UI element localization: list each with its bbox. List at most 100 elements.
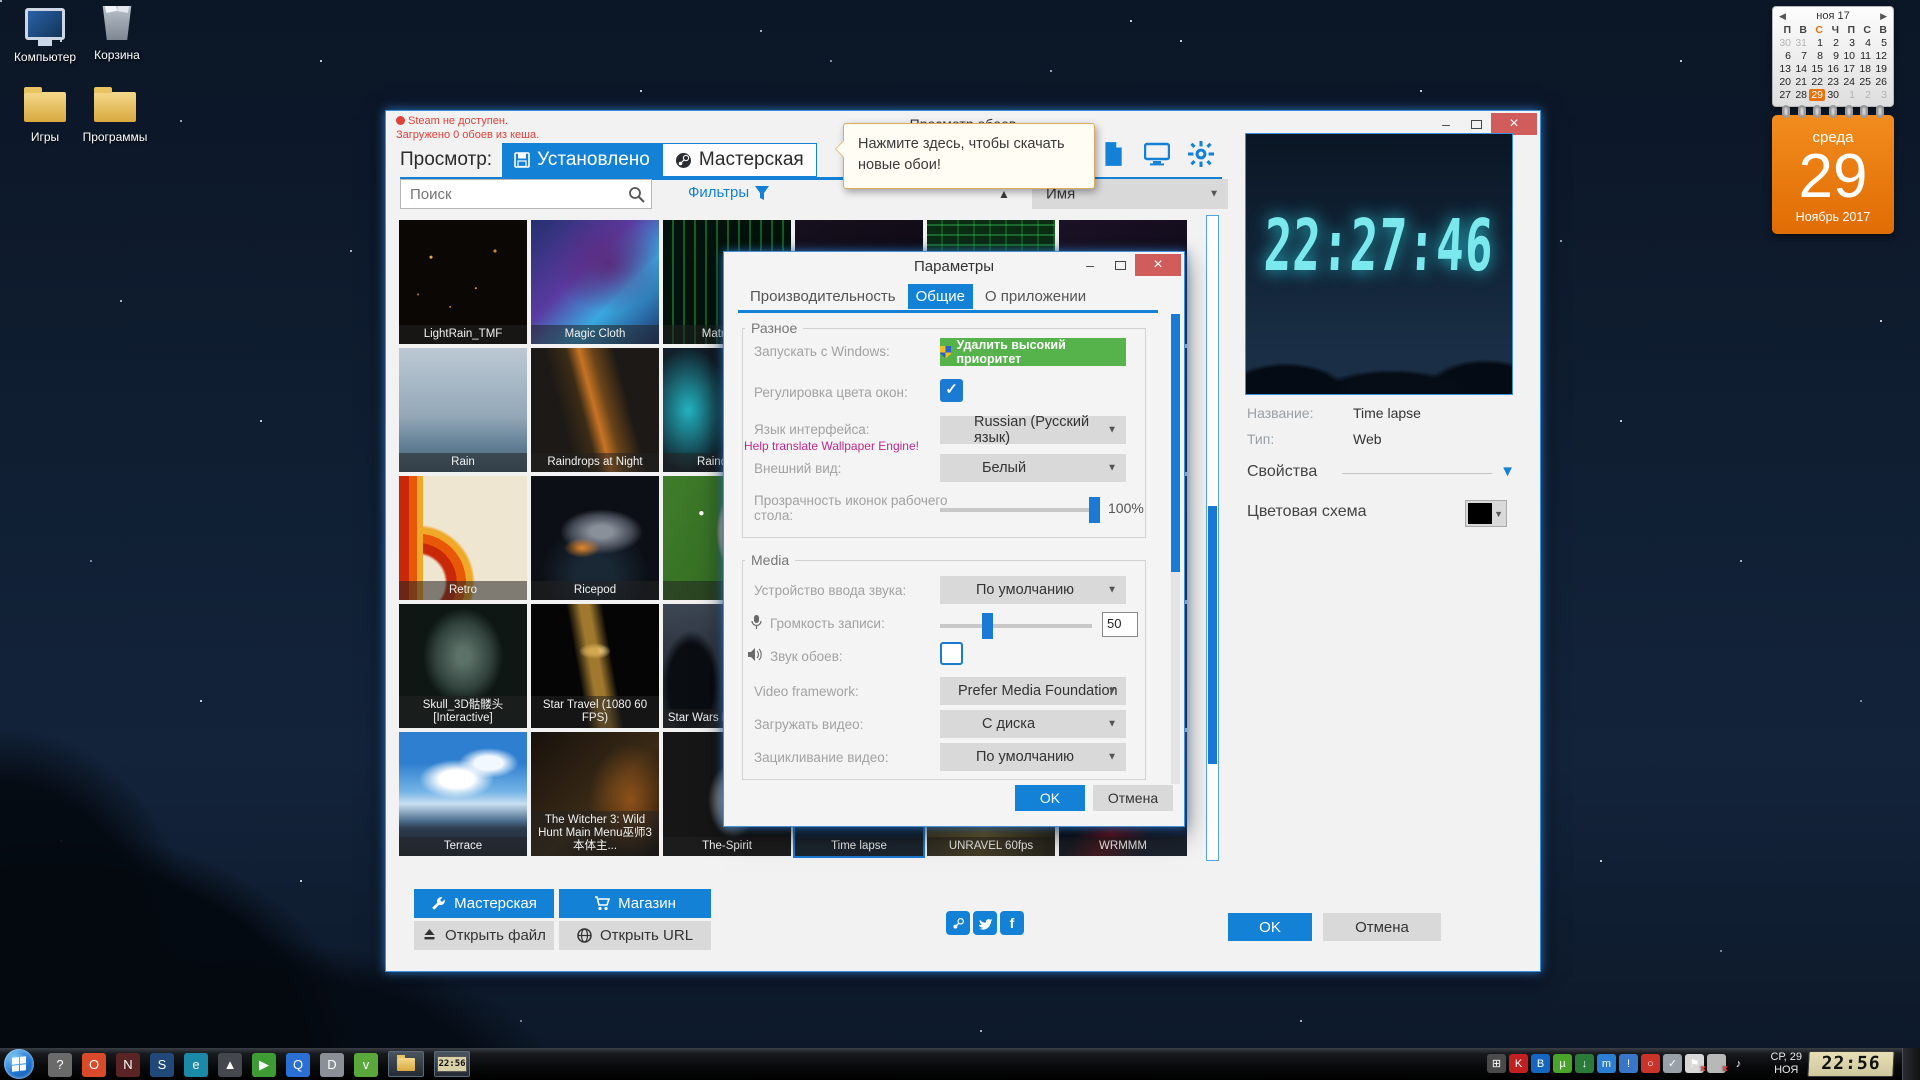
main-cancel-button[interactable]: Отмена <box>1323 913 1441 941</box>
app-blue-icon[interactable]: Q <box>286 1053 310 1077</box>
calendar-date-cell[interactable]: 2 <box>1857 89 1873 101</box>
calendar-date-cell[interactable]: 11 <box>1857 50 1873 62</box>
wallpaper-tile[interactable]: Star Travel (1080 60 FPS) <box>531 604 659 728</box>
tray-flag-icon[interactable]: ⚑× <box>1685 1054 1704 1073</box>
calendar-date-cell[interactable]: 27 <box>1777 89 1793 101</box>
tray-utorrent-icon[interactable]: µ <box>1553 1054 1572 1073</box>
calendar-date-cell[interactable]: 16 <box>1825 63 1841 75</box>
tab-workshop[interactable]: Мастерская <box>662 143 817 177</box>
calendar-date-cell[interactable]: 6 <box>1777 50 1793 62</box>
wallpaper-tile[interactable]: Raindrops at Night <box>531 348 659 472</box>
calendar-date-cell[interactable]: 8 <box>1809 50 1825 62</box>
wallpaper-tile[interactable]: Rain <box>399 348 527 472</box>
calendar-date-cell[interactable]: 15 <box>1809 63 1825 75</box>
minimize-button[interactable]: – <box>1431 113 1461 135</box>
facebook-icon[interactable]: f <box>1000 911 1024 935</box>
tray-kaspersky-icon[interactable]: K <box>1509 1054 1528 1073</box>
calendar-date-cell[interactable]: 9 <box>1825 50 1841 62</box>
calendar-date-cell[interactable]: 3 <box>1873 89 1889 101</box>
calendar-date-cell[interactable]: 28 <box>1793 89 1809 101</box>
grid-scrollbar[interactable] <box>1206 215 1219 861</box>
dialog-maximize-button[interactable] <box>1105 254 1135 276</box>
calendar-date-cell[interactable]: 19 <box>1873 63 1889 75</box>
twitter-icon[interactable] <box>973 911 997 935</box>
app-help-icon[interactable]: ? <box>48 1053 72 1077</box>
dialog-scrollbar[interactable] <box>1171 314 1180 784</box>
calendar-today-cell[interactable]: 29 <box>1809 89 1825 101</box>
calendar-date-cell[interactable]: 24 <box>1841 76 1857 88</box>
calendar-date-cell[interactable]: 22 <box>1809 76 1825 88</box>
video-load-dropdown[interactable]: С диска ▼ <box>940 710 1126 738</box>
store-button[interactable]: Магазин <box>559 889 711 918</box>
scrollbar-thumb[interactable] <box>1208 506 1217 764</box>
wallpaper-tile[interactable]: Retro <box>399 476 527 600</box>
slider-knob[interactable] <box>1089 497 1100 523</box>
calendar-date-cell[interactable]: 1 <box>1809 37 1825 49</box>
calendar-date-cell[interactable]: 2 <box>1825 37 1841 49</box>
dialog-ok-button[interactable]: OK <box>1015 785 1085 811</box>
calendar-date-cell[interactable]: 23 <box>1825 76 1841 88</box>
app-player-icon[interactable]: ▶ <box>252 1053 276 1077</box>
calendar-date-cell[interactable]: 25 <box>1857 76 1873 88</box>
wallpaper-tile[interactable]: The Witcher 3: Wild Hunt Main Menu巫师3本体主… <box>531 732 659 856</box>
wallpaper-tile[interactable]: Skull_3D骷髅头 [Interactive] <box>399 604 527 728</box>
slider-knob[interactable] <box>982 613 993 639</box>
dialog-cancel-button[interactable]: Отмена <box>1093 785 1173 811</box>
record-volume-input[interactable]: 50 <box>1102 612 1138 637</box>
app-browser-icon[interactable]: O <box>82 1053 106 1077</box>
opacity-slider[interactable] <box>940 508 1100 512</box>
app-light-icon[interactable]: D <box>320 1053 344 1077</box>
record-volume-slider[interactable] <box>940 624 1092 628</box>
calendar-date-cell[interactable]: 30 <box>1825 89 1841 101</box>
calendar-date-cell[interactable]: 10 <box>1841 50 1857 62</box>
app-steam-icon[interactable]: S <box>150 1053 174 1077</box>
new-document-icon[interactable] <box>1100 141 1126 167</box>
video-loop-dropdown[interactable]: По умолчанию ▼ <box>940 743 1126 771</box>
desktop-icon-programs[interactable]: Программы <box>76 92 154 144</box>
tray-shield-icon[interactable]: ! <box>1619 1054 1638 1073</box>
calendar-date-cell[interactable]: 7 <box>1793 50 1809 62</box>
tab-about[interactable]: О приложении <box>977 284 1094 309</box>
dialog-minimize-button[interactable]: – <box>1075 254 1105 276</box>
workshop-button[interactable]: Мастерская <box>414 889 554 918</box>
calendar-date-cell[interactable]: 1 <box>1841 89 1857 101</box>
steam-share-icon[interactable] <box>946 911 970 935</box>
app-teal-icon[interactable]: e <box>184 1053 208 1077</box>
audio-input-dropdown[interactable]: По умолчанию ▼ <box>940 576 1126 604</box>
calendar-date-cell[interactable]: 18 <box>1857 63 1873 75</box>
open-file-button[interactable]: Открыть файл <box>414 921 554 950</box>
tray-idm-icon[interactable]: ↓ <box>1575 1054 1594 1073</box>
properties-expand-icon[interactable]: ▼ <box>1500 463 1515 480</box>
calendar-date-cell[interactable]: 26 <box>1873 76 1889 88</box>
tray-mega-icon[interactable]: m <box>1597 1054 1616 1073</box>
color-adjust-checkbox[interactable]: ✓ <box>940 379 963 402</box>
desktop-icon-recycle[interactable]: Корзина <box>78 6 156 62</box>
dialog-close-button[interactable]: × <box>1135 254 1181 276</box>
wallpaper-sound-checkbox[interactable] <box>940 642 963 665</box>
filters-button[interactable]: Фильтры <box>688 184 769 201</box>
app-green-icon[interactable]: v <box>354 1053 378 1077</box>
close-button[interactable]: × <box>1491 113 1537 135</box>
calendar-date-cell[interactable]: 3 <box>1841 37 1857 49</box>
tray-network-icon[interactable]: × <box>1707 1054 1726 1073</box>
calendar-date-cell[interactable]: 13 <box>1777 63 1793 75</box>
taskbar-clock[interactable]: 22:56 <box>1807 1051 1894 1077</box>
wallpaper-tile[interactable]: Ricepod <box>531 476 659 600</box>
calendar-date-cell[interactable]: 20 <box>1777 76 1793 88</box>
tray-bluetooth-icon[interactable]: B <box>1531 1054 1550 1073</box>
tab-performance[interactable]: Производительность <box>742 284 904 309</box>
calendar-prev-icon[interactable]: ◀ <box>1779 11 1786 22</box>
show-desktop-button[interactable] <box>1902 1048 1920 1080</box>
sort-direction-button[interactable]: ▲ <box>998 187 1010 201</box>
calendar-next-icon[interactable]: ▶ <box>1880 11 1887 22</box>
taskbar-date[interactable]: СР, 29 НОЯ <box>1770 1051 1802 1077</box>
scrollbar-thumb[interactable] <box>1171 314 1180 572</box>
start-button[interactable] <box>4 1049 34 1079</box>
calendar-date-cell[interactable]: 21 <box>1793 76 1809 88</box>
open-url-button[interactable]: Открыть URL <box>559 921 711 950</box>
maximize-button[interactable] <box>1461 113 1491 135</box>
main-ok-button[interactable]: OK <box>1228 913 1312 941</box>
language-dropdown[interactable]: Russian (Русский язык) ▼ <box>940 416 1126 444</box>
app-gray-icon[interactable]: ▲ <box>218 1053 242 1077</box>
tab-installed[interactable]: Установлено <box>502 143 662 177</box>
